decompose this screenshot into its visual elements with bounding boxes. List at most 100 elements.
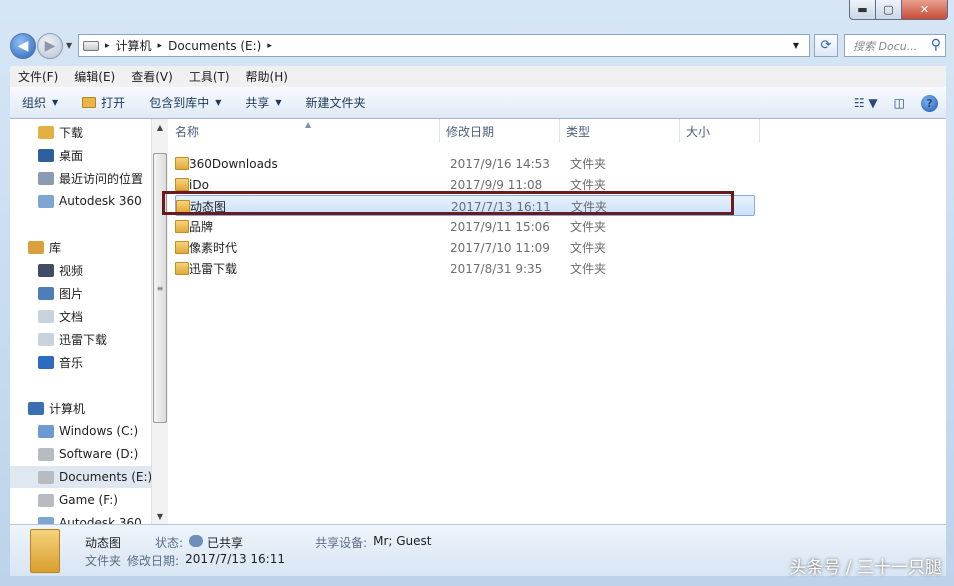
chevron-down-icon: ▼ xyxy=(52,98,59,107)
nav-item[interactable]: 下载 xyxy=(10,121,151,143)
breadcrumb-computer[interactable]: 计算机 xyxy=(116,37,152,54)
details-state: 已共享 xyxy=(189,534,243,551)
recent-pages-dropdown[interactable]: ▼ xyxy=(66,41,72,50)
address-dropdown-icon[interactable]: ▼ xyxy=(793,41,799,50)
help-icon[interactable]: ? xyxy=(921,94,938,112)
details-line-2: 文件夹 修改日期: 2017/7/13 16:11 xyxy=(85,552,285,569)
nav-item[interactable]: Documents (E:) xyxy=(10,466,151,488)
file-row[interactable]: 像素时代 2017/7/10 11:09 文件夹 xyxy=(175,237,755,258)
file-date: 2017/7/10 11:09 xyxy=(450,240,550,255)
nav-item[interactable]: 计算机 xyxy=(10,397,151,419)
nav-item-label: 库 xyxy=(49,240,62,255)
nav-item[interactable]: 图片 xyxy=(10,282,151,304)
preview-pane-icon[interactable]: ◫ xyxy=(894,96,905,110)
nav-item[interactable]: 文档 xyxy=(10,305,151,327)
details-share-label: 共享设备: xyxy=(315,536,368,550)
scroll-thumb[interactable]: ≡ xyxy=(153,153,167,423)
menu-tools[interactable]: 工具(T) xyxy=(181,68,238,85)
address-bar[interactable]: ▸ 计算机 ▸ Documents (E:) ▸ ▼ xyxy=(78,34,810,57)
search-placeholder: 搜索 Docu... xyxy=(853,39,918,53)
search-input[interactable]: 搜索 Docu... ⚲ xyxy=(844,34,946,57)
nav-item-label: 音乐 xyxy=(59,355,84,370)
nav-scrollbar[interactable]: ▲ ≡ ▼ xyxy=(151,119,168,524)
video-icon xyxy=(38,263,54,277)
explorer-window: ▬ ▢ ✕ ◀ ▶ ▼ ▸ 计算机 ▸ Documents (E:) ▸ ▼ ⟳… xyxy=(0,0,954,586)
nav-item[interactable]: Autodesk 360 xyxy=(10,190,151,212)
menu-help[interactable]: 帮助(H) xyxy=(238,68,296,85)
file-row[interactable]: 动态图 2017/7/13 16:11 文件夹 xyxy=(175,195,755,216)
menu-edit[interactable]: 编辑(E) xyxy=(66,68,123,85)
file-type: 文件夹 xyxy=(570,241,607,255)
breadcrumb-separator[interactable]: ▸ xyxy=(105,41,110,51)
nav-item[interactable]: 桌面 xyxy=(10,144,151,166)
column-date[interactable]: 修改日期 xyxy=(440,119,560,143)
windows-drive-icon xyxy=(38,424,54,438)
nav-item-label: 迅雷下载 xyxy=(59,332,108,347)
nav-item[interactable]: 音乐 xyxy=(10,351,151,373)
menu-file[interactable]: 文件(F) xyxy=(10,68,66,85)
details-line-1: 动态图 状态: 已共享 共享设备: Mr; Guest xyxy=(85,534,432,551)
column-type[interactable]: 类型 xyxy=(560,119,680,143)
file-type: 文件夹 xyxy=(570,178,607,192)
nav-item[interactable]: 最近访问的位置 xyxy=(10,167,151,189)
drive-icon xyxy=(38,470,54,484)
share-button[interactable]: 共享 ▼ xyxy=(233,94,293,111)
scroll-down-icon[interactable]: ▼ xyxy=(152,508,168,524)
column-size[interactable]: 大小 xyxy=(680,119,760,143)
nav-item[interactable]: 迅雷下载 xyxy=(10,328,151,350)
close-button[interactable]: ✕ xyxy=(902,0,948,20)
breadcrumb-documents[interactable]: Documents (E:) xyxy=(168,39,261,53)
details-state-label: 状态: xyxy=(155,536,184,550)
open-button[interactable]: 打开 xyxy=(70,94,137,111)
nav-item[interactable]: 库 xyxy=(10,236,151,258)
details-modified-value: 2017/7/13 16:11 xyxy=(185,552,285,566)
nav-item-label: Game (F:) xyxy=(59,493,118,507)
menu-view[interactable]: 查看(V) xyxy=(123,68,181,85)
file-row[interactable]: iDo 2017/9/9 11:08 文件夹 xyxy=(175,174,755,195)
folder-icon xyxy=(30,529,60,573)
nav-item[interactable]: Windows (C:) xyxy=(10,420,151,442)
scroll-up-icon[interactable]: ▲ xyxy=(152,119,168,135)
refresh-button[interactable]: ⟳ xyxy=(814,34,838,57)
details-modified-label: 修改日期: xyxy=(127,554,180,568)
nav-item[interactable]: Autodesk 360 xyxy=(10,512,151,524)
forward-button[interactable]: ▶ xyxy=(37,33,63,59)
breadcrumb-separator[interactable]: ▸ xyxy=(158,41,163,51)
library-icon xyxy=(28,240,44,254)
file-date: 2017/9/11 15:06 xyxy=(450,219,550,234)
nav-item[interactable]: Software (D:) xyxy=(10,443,151,465)
folder-icon xyxy=(175,262,189,275)
include-library-button[interactable]: 包含到库中 ▼ xyxy=(137,94,233,111)
pictures-icon xyxy=(38,286,54,300)
nav-item[interactable]: Game (F:) xyxy=(10,489,151,511)
window-controls: ▬ ▢ ✕ xyxy=(849,0,948,20)
download-folder-icon xyxy=(38,125,54,139)
sort-ascending-icon: ▲ xyxy=(305,120,312,129)
minimize-button[interactable]: ▬ xyxy=(849,0,876,20)
navigation-pane: 下载桌面最近访问的位置 Autodesk 360 库视频 图片文档迅雷下载音乐计算机 W… xyxy=(10,119,151,524)
nav-item-label: 文档 xyxy=(59,309,84,324)
new-folder-button[interactable]: 新建文件夹 xyxy=(294,94,378,111)
menu-bar: 文件(F) 编辑(E) 查看(V) 工具(T) 帮助(H) xyxy=(10,66,946,87)
nav-item-label: 下载 xyxy=(59,125,84,140)
documents-icon xyxy=(38,309,54,323)
toolbar-right: ☷ ▼ ◫ ? xyxy=(846,87,946,119)
nav-item[interactable]: 视频 xyxy=(10,259,151,281)
file-date: 2017/9/16 14:53 xyxy=(450,156,550,171)
search-icon[interactable]: ⚲ xyxy=(931,37,941,53)
file-row[interactable]: 360Downloads 2017/9/16 14:53 文件夹 xyxy=(175,153,755,174)
view-options-icon[interactable]: ☷ ▼ xyxy=(854,96,878,110)
back-button[interactable]: ◀ xyxy=(10,33,36,59)
file-date: 2017/7/13 16:11 xyxy=(451,199,551,214)
organize-button[interactable]: 组织 ▼ xyxy=(10,94,70,111)
file-name: 迅雷下载 xyxy=(189,262,238,276)
recent-places-icon xyxy=(38,171,54,185)
maximize-button[interactable]: ▢ xyxy=(876,0,902,20)
share-label: 共享 xyxy=(245,96,270,110)
file-row[interactable]: 迅雷下载 2017/8/31 9:35 文件夹 xyxy=(175,258,755,279)
breadcrumb-separator[interactable]: ▸ xyxy=(267,41,272,51)
file-row[interactable]: 品牌 2017/9/11 15:06 文件夹 xyxy=(175,216,755,237)
folder-icon xyxy=(175,220,189,233)
nav-item-label: 最近访问的位置 xyxy=(59,171,144,186)
drive-icon xyxy=(38,493,54,507)
